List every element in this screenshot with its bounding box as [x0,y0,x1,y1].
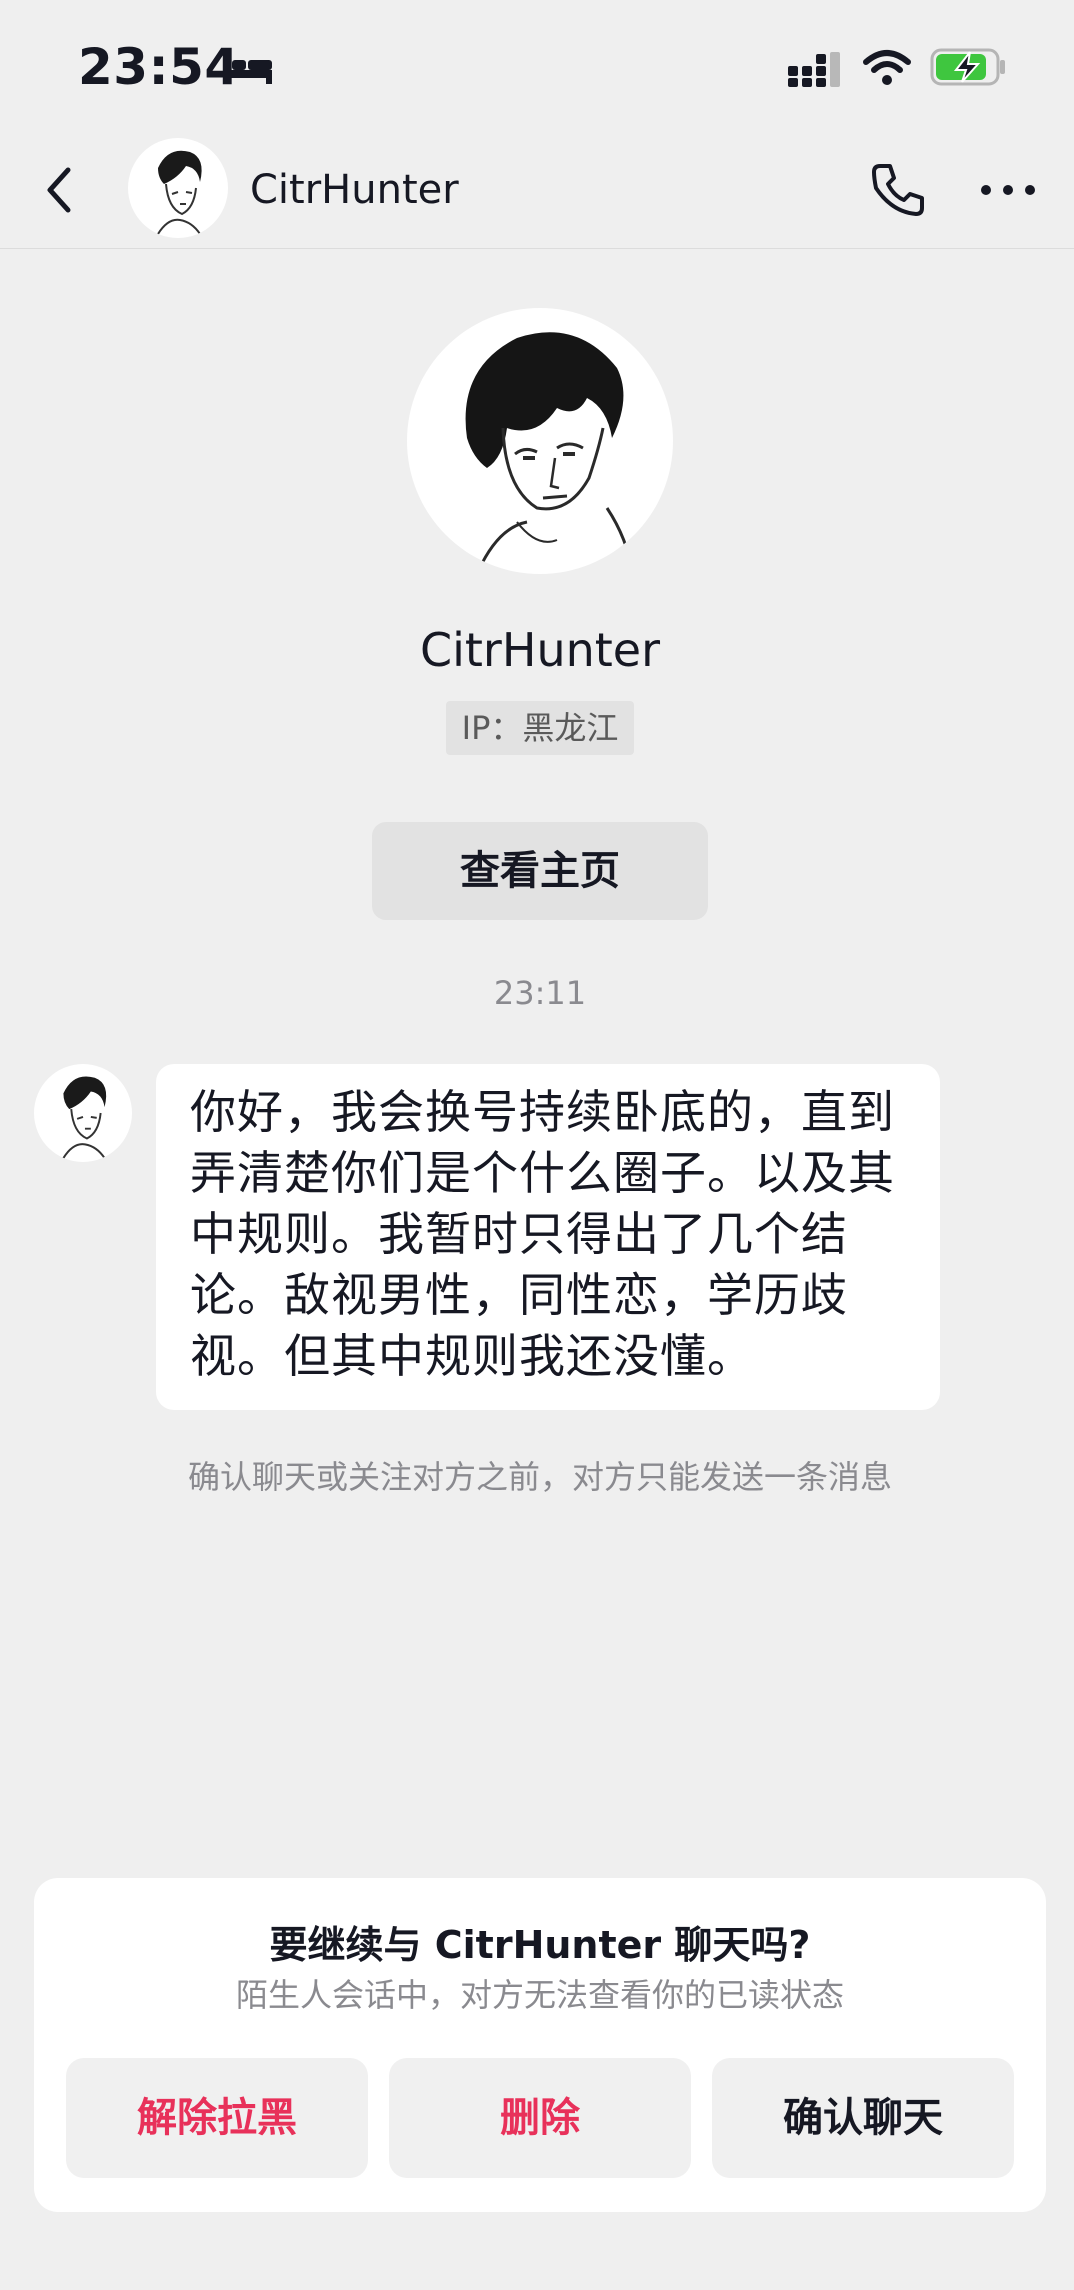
profile-name: CitrHunter [420,623,660,677]
battery-charging-icon [930,48,1005,86]
message-avatar-sketch [62,1076,107,1159]
chat-header: CitrHunter [0,132,1074,249]
card-title: 要继续与 CitrHunter 聊天吗? [269,1923,811,1967]
status-time: 23:54 [78,38,240,96]
unblock-button[interactable]: 解除拉黑 [66,2058,368,2178]
phone-icon[interactable] [866,158,930,222]
avatar[interactable] [128,138,228,238]
stranger-chat-card: 要继续与 CitrHunter 聊天吗? 陌生人会话中，对方无法查看你的已读状态… [34,1878,1046,2212]
profile-avatar-sketch [465,332,635,574]
view-homepage-button[interactable]: 查看主页 [372,822,708,920]
message-sender-avatar[interactable] [34,1064,132,1162]
card-subtitle: 陌生人会话中，对方无法查看你的已读状态 [235,1976,844,2014]
back-icon[interactable] [36,160,84,220]
confirm-chat-button[interactable]: 确认聊天 [712,2058,1014,2178]
more-icon[interactable] [976,170,1040,210]
delete-button[interactable]: 删除 [389,2058,691,2178]
ip-location-tag: IP：黑龙江 [446,701,634,755]
profile-avatar[interactable] [407,308,673,574]
stranger-notice: 确认聊天或关注对方之前，对方只能发送一条消息 [187,1458,892,1496]
avatar-sketch [157,150,202,235]
wifi-icon [863,50,911,85]
message-text: 你好，我会换号持续卧底的，直到弄清楚你们是个什么圈子。以及其中规则。我暂时只得出… [190,1085,895,1383]
message-bubble[interactable]: 你好，我会换号持续卧底的，直到弄清楚你们是个什么圈子。以及其中规则。我暂时只得出… [156,1064,940,1410]
signal-icon [788,52,840,87]
header-contact-name[interactable]: CitrHunter [250,162,459,218]
message-timestamp: 23:11 [493,974,587,1012]
bed-icon [224,56,272,84]
